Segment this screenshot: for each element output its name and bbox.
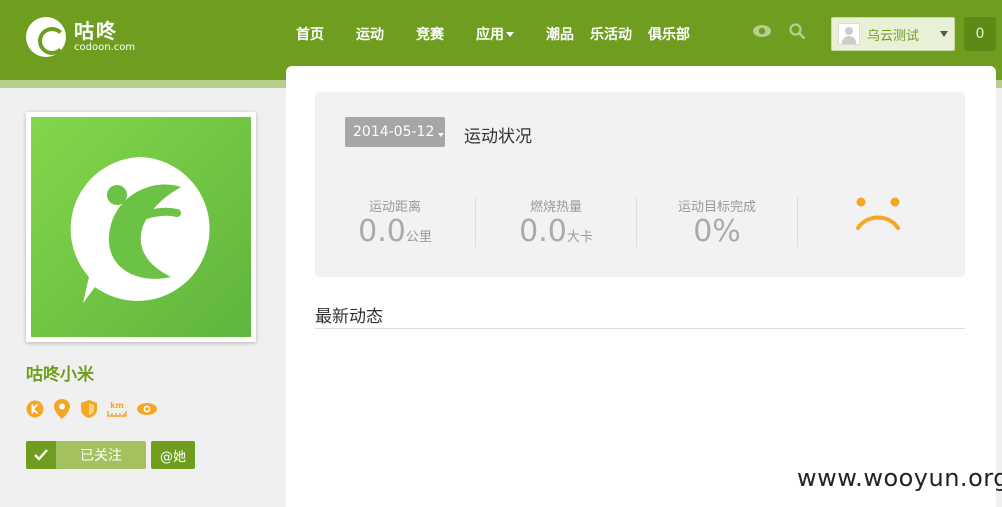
date-value: 2014-05-12: [353, 124, 435, 140]
chevron-down-icon: [438, 132, 445, 137]
follow-button[interactable]: 已关注: [26, 441, 146, 469]
stat-calories: 燃烧热量 0.0大卡: [519, 200, 593, 249]
main-nav: 首页 运动 竞赛 应用 潮品 乐活动 俱乐部: [296, 24, 722, 44]
k-badge-icon[interactable]: [26, 400, 44, 418]
feed-divider: [315, 328, 965, 329]
shield-badge-icon[interactable]: [80, 399, 98, 419]
user-avatar-icon: [838, 23, 860, 45]
logo-text-en: codoon.com: [74, 42, 136, 53]
nav-sport[interactable]: 运动: [356, 24, 384, 44]
nav-apps[interactable]: 应用: [476, 24, 514, 44]
status-title: 运动状况: [464, 127, 532, 147]
check-icon: [26, 441, 56, 469]
message-count-button[interactable]: 0: [964, 17, 996, 51]
nav-home[interactable]: 首页: [296, 24, 324, 44]
watermark-text: www.wooyun.org: [797, 464, 1002, 492]
stat-goal: 运动目标完成 0%: [677, 200, 756, 249]
codoon-logo-icon: [70, 157, 210, 303]
mention-button[interactable]: @她: [151, 441, 195, 469]
profile-avatar: [26, 112, 256, 342]
site-logo[interactable]: 咕咚 codoon.com: [26, 17, 135, 57]
location-badge-icon[interactable]: [52, 398, 72, 420]
follow-label: 已关注: [80, 448, 122, 464]
user-dropdown[interactable]: 乌云测试: [831, 17, 955, 51]
nav-activities[interactable]: 乐活动: [590, 24, 632, 44]
eye-badge-icon[interactable]: [136, 402, 158, 416]
feed-title: 最新动态: [315, 307, 383, 327]
chevron-down-icon: [940, 31, 948, 37]
stat-divider: [797, 197, 798, 247]
user-name: 乌云测试: [867, 28, 920, 44]
date-selector[interactable]: 2014-05-12: [345, 117, 445, 147]
search-icon[interactable]: [789, 23, 805, 39]
codoon-logo-icon: [26, 17, 66, 57]
nav-clubs[interactable]: 俱乐部: [648, 24, 690, 44]
sad-face-icon: [856, 197, 900, 230]
logo-text-cn: 咕咚: [74, 19, 118, 43]
profile-name[interactable]: 咕咚小米: [26, 360, 94, 385]
eye-icon[interactable]: [752, 24, 772, 38]
badge-row: km: [26, 398, 166, 420]
km-badge-icon[interactable]: km: [106, 399, 128, 419]
nav-race[interactable]: 竞赛: [416, 24, 444, 44]
chevron-down-icon: [506, 31, 514, 37]
stat-distance: 运动距离 0.0公里: [358, 200, 432, 249]
main-panel: 2014-05-12 运动状况 运动距离 0.0公里 燃烧热量 0.0大卡 运动…: [286, 66, 996, 507]
nav-products[interactable]: 潮品: [546, 24, 574, 44]
activity-status-card: 2014-05-12 运动状况 运动距离 0.0公里 燃烧热量 0.0大卡 运动…: [315, 92, 965, 277]
